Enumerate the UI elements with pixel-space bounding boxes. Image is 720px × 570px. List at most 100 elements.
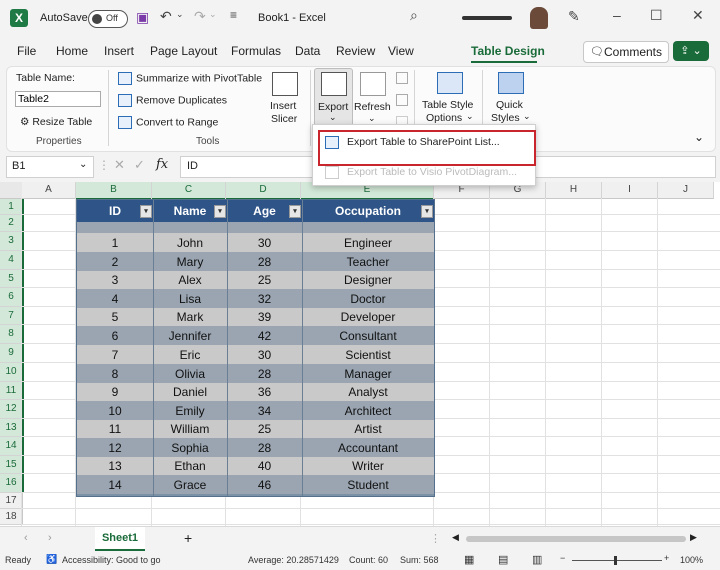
table-cell[interactable]: 9 bbox=[77, 384, 153, 401]
refresh-button[interactable]: Refresh ⌄ bbox=[354, 70, 391, 126]
name-box[interactable]: B1 ⌄ bbox=[6, 156, 94, 178]
table-cell[interactable]: Artist bbox=[302, 421, 434, 438]
save-icon[interactable]: ▣ bbox=[136, 9, 149, 26]
tab-home[interactable]: Home bbox=[56, 44, 88, 58]
cancel-icon[interactable]: ✕ bbox=[114, 157, 125, 173]
tab-page-layout[interactable]: Page Layout bbox=[150, 44, 217, 58]
table-header-id[interactable]: ID ▾ bbox=[77, 200, 153, 222]
table-cell[interactable]: 28 bbox=[227, 365, 302, 383]
column-header-i[interactable]: I bbox=[602, 182, 658, 199]
status-count[interactable]: Count: 60 bbox=[349, 555, 388, 565]
maximize-icon[interactable]: ☐ bbox=[650, 7, 663, 24]
search-icon[interactable]: ⌕ bbox=[410, 7, 418, 24]
table-cell[interactable]: 30 bbox=[227, 234, 302, 252]
convert-to-range-button[interactable]: Convert to Range bbox=[118, 116, 218, 129]
properties-icon[interactable] bbox=[396, 72, 408, 84]
resize-table-button[interactable]: ⚙ Resize Table bbox=[20, 116, 92, 128]
table-cell[interactable]: 11 bbox=[77, 421, 153, 438]
normal-view-icon[interactable]: ▦ bbox=[464, 553, 474, 566]
scroll-right-icon[interactable]: ▶ bbox=[690, 532, 697, 543]
table-style-options-button[interactable]: Table Style Options ⌄ bbox=[420, 70, 478, 128]
table-cell[interactable]: 34 bbox=[227, 402, 302, 420]
column-header-h[interactable]: H bbox=[546, 182, 602, 199]
excel-table[interactable]: ID ▾ Name ▾ Age ▾ Occupation ▾ 1 John 30 Engineer 2 M… bbox=[76, 199, 435, 497]
share-button[interactable]: ⇪ ⌄ bbox=[673, 41, 709, 61]
table-cell[interactable]: 13 bbox=[77, 458, 153, 475]
table-cell[interactable]: Sophia bbox=[153, 439, 227, 457]
table-name-field[interactable] bbox=[15, 91, 101, 107]
table-cell[interactable]: 36 bbox=[227, 384, 302, 401]
table-cell[interactable]: Mark bbox=[153, 309, 227, 326]
table-cell[interactable]: Alex bbox=[153, 272, 227, 289]
table-cell[interactable]: Student bbox=[302, 476, 434, 494]
zoom-slider[interactable] bbox=[572, 560, 662, 561]
page-break-icon[interactable]: ▥ bbox=[532, 553, 542, 566]
zoom-slider-thumb[interactable] bbox=[614, 556, 617, 565]
row-header-17[interactable]: 17 bbox=[0, 493, 23, 509]
table-cell[interactable]: 2 bbox=[77, 253, 153, 271]
column-header-a[interactable]: A bbox=[22, 182, 76, 199]
table-cell[interactable]: Designer bbox=[302, 272, 434, 289]
open-in-browser-icon[interactable] bbox=[396, 94, 408, 106]
close-icon[interactable]: ✕ bbox=[692, 7, 704, 24]
remove-duplicates-button[interactable]: Remove Duplicates bbox=[118, 94, 227, 107]
worksheet-grid[interactable]: ABCDEFGHIJ 1 2 3 4 5 6 7 8 9 10 11 12 13 14 15 16 17 18 I… bbox=[0, 182, 720, 526]
table-cell[interactable]: 32 bbox=[227, 290, 302, 308]
table-cell[interactable]: William bbox=[153, 421, 227, 438]
table-cell[interactable]: Grace bbox=[153, 476, 227, 494]
collapse-ribbon-icon[interactable]: ⌄ bbox=[694, 130, 704, 144]
insert-function-icon[interactable]: fx bbox=[156, 157, 168, 172]
select-all-corner[interactable] bbox=[0, 182, 23, 199]
table-cell[interactable]: 1 bbox=[77, 234, 153, 252]
filter-dropdown-icon[interactable]: ▾ bbox=[214, 205, 226, 218]
table-cell[interactable]: Teacher bbox=[302, 253, 434, 271]
pen-icon[interactable]: ✎ bbox=[568, 8, 580, 25]
tab-table-design[interactable]: Table Design bbox=[471, 44, 545, 58]
table-cell[interactable]: Daniel bbox=[153, 384, 227, 401]
table-cell[interactable]: 8 bbox=[77, 365, 153, 383]
tab-view[interactable]: View bbox=[388, 44, 414, 58]
table-cell[interactable]: Developer bbox=[302, 309, 434, 326]
accessibility-status[interactable]: Accessibility: Good to go bbox=[62, 555, 161, 565]
table-cell[interactable]: 46 bbox=[227, 476, 302, 494]
table-cell[interactable]: Writer bbox=[302, 458, 434, 475]
zoom-out-icon[interactable]: − bbox=[560, 553, 565, 563]
table-cell[interactable]: Doctor bbox=[302, 290, 434, 308]
sheet-tab[interactable]: Sheet1 bbox=[95, 527, 145, 551]
tab-formulas[interactable]: Formulas bbox=[231, 44, 281, 58]
column-header-j[interactable]: J bbox=[658, 182, 714, 199]
status-average[interactable]: Average: 20.28571429 bbox=[248, 555, 339, 565]
table-cell[interactable]: 10 bbox=[77, 402, 153, 420]
next-sheet-icon[interactable]: › bbox=[48, 532, 52, 544]
table-cell[interactable]: Architect bbox=[302, 402, 434, 420]
table-cell[interactable]: Jennifer bbox=[153, 327, 227, 345]
customize-toolbar-icon[interactable]: ≡ bbox=[230, 8, 237, 22]
scroll-left-icon[interactable]: ◀ bbox=[452, 532, 459, 543]
column-header-d[interactable]: D bbox=[226, 182, 301, 200]
table-cell[interactable]: 30 bbox=[227, 346, 302, 364]
tab-file[interactable]: File bbox=[17, 44, 36, 58]
table-cell[interactable]: Ethan bbox=[153, 458, 227, 475]
avatar[interactable] bbox=[530, 7, 548, 29]
zoom-level[interactable]: 100% bbox=[680, 555, 703, 565]
insert-slicer-button[interactable]: Insert Slicer bbox=[264, 70, 304, 130]
tab-insert[interactable]: Insert bbox=[104, 44, 134, 58]
table-cell[interactable]: Lisa bbox=[153, 290, 227, 308]
quick-styles-button[interactable]: Quick Styles ⌄ bbox=[488, 70, 532, 128]
table-cell[interactable]: 4 bbox=[77, 290, 153, 308]
tab-data[interactable]: Data bbox=[295, 44, 320, 58]
zoom-in-icon[interactable]: + bbox=[664, 553, 669, 563]
autosave-toggle[interactable]: Off bbox=[88, 10, 128, 28]
horizontal-scrollbar[interactable] bbox=[466, 536, 686, 542]
undo-dropdown-icon[interactable]: ⌄ bbox=[176, 9, 184, 20]
table-cell[interactable]: Olivia bbox=[153, 365, 227, 383]
summarize-pivottable-button[interactable]: Summarize with PivotTable bbox=[118, 72, 262, 85]
table-cell[interactable]: 14 bbox=[77, 476, 153, 494]
filter-dropdown-icon[interactable]: ▾ bbox=[289, 205, 301, 218]
tab-review[interactable]: Review bbox=[336, 44, 375, 58]
table-cell[interactable]: Eric bbox=[153, 346, 227, 364]
table-cell[interactable]: Consultant bbox=[302, 327, 434, 345]
filter-dropdown-icon[interactable]: ▾ bbox=[421, 205, 433, 218]
row-header-18[interactable]: 18 bbox=[0, 509, 23, 525]
minimize-icon[interactable]: – bbox=[613, 7, 621, 23]
